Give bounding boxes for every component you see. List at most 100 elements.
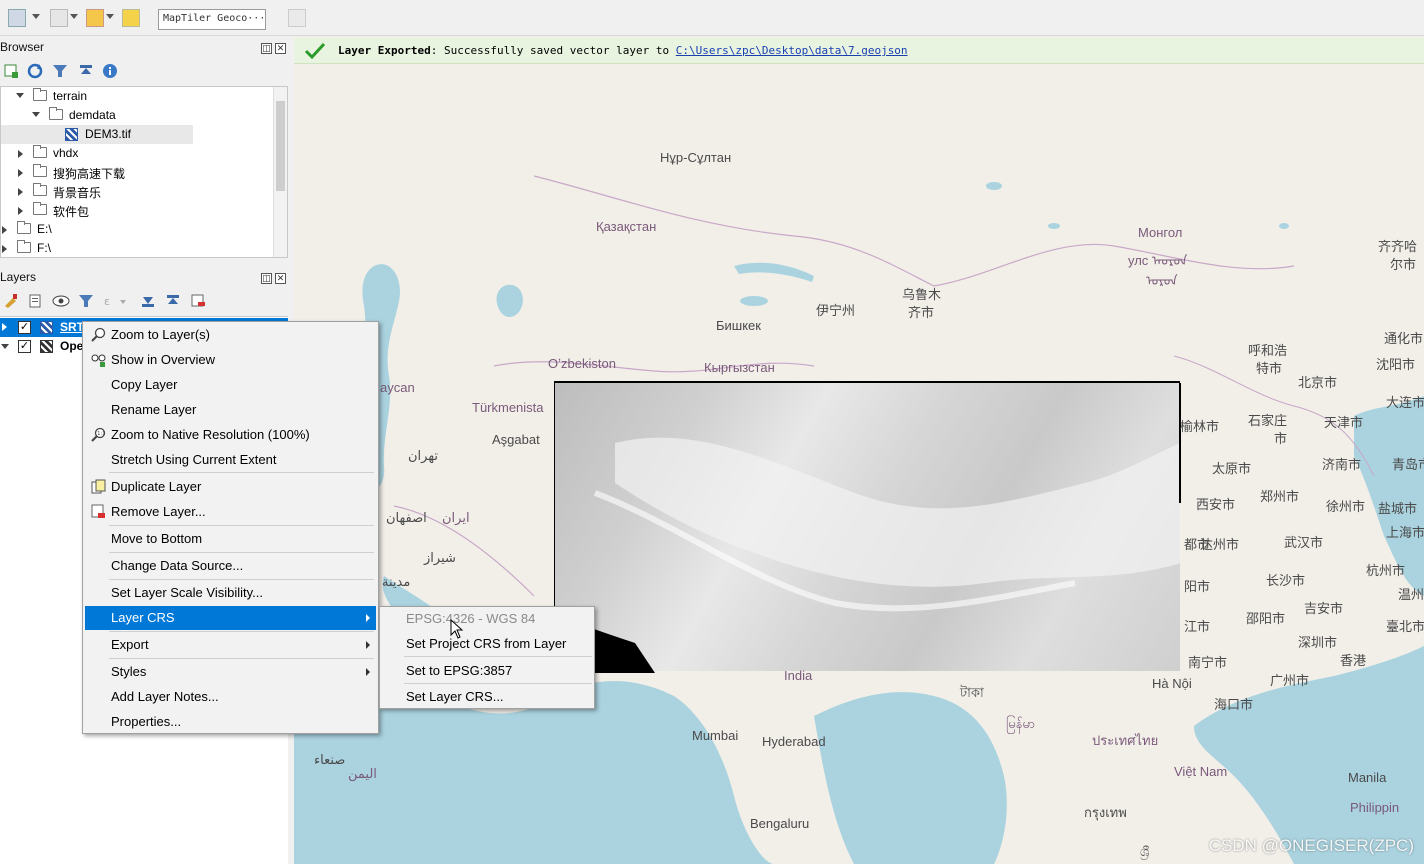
- menu-show-in-overview[interactable]: Show in Overview: [85, 348, 376, 372]
- tree-item-drive-e[interactable]: E:\: [1, 220, 273, 239]
- menu-separator: [109, 472, 374, 473]
- submenu-item-label: Set Layer CRS...: [406, 689, 504, 704]
- zoom-layer-icon: [91, 327, 106, 342]
- tree-item-music[interactable]: 背景音乐: [1, 182, 273, 201]
- tree-item-label: 软件包: [53, 205, 90, 219]
- identify-icon[interactable]: [86, 9, 104, 27]
- layer-visibility-checkbox[interactable]: ✓: [18, 340, 31, 353]
- expand-arrow-icon[interactable]: [18, 150, 23, 158]
- tree-item-dem3[interactable]: DEM3.tif: [1, 125, 193, 144]
- expand-arrow-icon[interactable]: [32, 112, 40, 117]
- exported-file-link[interactable]: C:\Users\zpc\Desktop\data\7.geojson: [676, 44, 908, 57]
- select-dropdown-icon[interactable]: [32, 14, 40, 19]
- folder-icon: [33, 183, 47, 196]
- map-label-zhengzhou: 郑州市: [1260, 489, 1300, 504]
- map-label-shijiazhuang: 石家庄: [1248, 413, 1288, 428]
- menu-properties[interactable]: Properties...: [85, 710, 376, 734]
- expand-arrow-icon[interactable]: [2, 245, 7, 253]
- tree-item-vhdx[interactable]: vhdx: [1, 144, 273, 163]
- layers-panel-header: Layers ◫ ✕: [0, 268, 290, 286]
- menu-copy-layer[interactable]: Copy Layer: [85, 373, 376, 397]
- tree-item-drive-f[interactable]: F:\: [1, 239, 273, 257]
- deselect-dropdown-icon[interactable]: [70, 14, 78, 19]
- menu-add-layer-notes[interactable]: Add Layer Notes...: [85, 685, 376, 709]
- menu-item-label: Change Data Source...: [111, 558, 244, 573]
- menu-stretch-extent[interactable]: Stretch Using Current Extent: [85, 448, 376, 472]
- map-canvas[interactable]: Нұр-Сұлтан Қазақстан Монгол улс ᠠᠤᠷᠤᠨ ᠤᠷ…: [294, 36, 1424, 864]
- close-panel-icon[interactable]: ✕: [275, 273, 286, 284]
- map-label-qiqihar: 齐齐哈: [1378, 239, 1418, 254]
- pan-selected-icon[interactable]: [288, 9, 306, 27]
- layer-visibility-checkbox[interactable]: ✓: [18, 321, 31, 334]
- dem-raster-layer: [554, 381, 1181, 673]
- scrollbar-thumb[interactable]: [276, 101, 285, 191]
- browser-panel-header: Browser ◫ ✕: [0, 38, 290, 56]
- message-bar: Layer Exported: Successfully saved vecto…: [294, 38, 1424, 64]
- map-label-guangzhou: 广州市: [1270, 673, 1310, 688]
- message-title: Layer Exported: [338, 44, 431, 57]
- expand-all-icon[interactable]: [140, 293, 156, 309]
- collapse-all-layers-icon[interactable]: [165, 293, 181, 309]
- map-label-india: India: [784, 668, 813, 683]
- float-panel-icon[interactable]: ◫: [261, 273, 272, 284]
- submenu-set-epsg-3857[interactable]: Set to EPSG:3857: [382, 659, 592, 683]
- refresh-icon[interactable]: [27, 63, 43, 79]
- remove-layer-icon[interactable]: [190, 293, 206, 309]
- map-label-shijiazhuang-2: 市: [1274, 431, 1288, 446]
- identify-dropdown-icon[interactable]: [106, 14, 114, 19]
- map-label-vietnam: Việt Nam: [1174, 764, 1228, 779]
- folder-icon: [33, 164, 47, 177]
- tree-item-software[interactable]: 软件包: [1, 201, 273, 220]
- filter-icon[interactable]: [52, 63, 68, 79]
- measure-icon[interactable]: [122, 9, 140, 27]
- map-label-mumbai: Mumbai: [692, 728, 739, 743]
- menu-item-label: Zoom to Layer(s): [111, 327, 210, 342]
- message-body: : Successfully saved vector layer to: [430, 44, 676, 57]
- expand-arrow-icon[interactable]: [18, 169, 23, 177]
- browser-panel-title: Browser: [0, 40, 45, 54]
- visibility-icon[interactable]: [52, 293, 70, 309]
- menu-zoom-to-layer[interactable]: Zoom to Layer(s): [85, 323, 376, 347]
- menu-scale-visibility[interactable]: Set Layer Scale Visibility...: [85, 581, 376, 605]
- expand-arrow-icon[interactable]: [18, 188, 23, 196]
- tree-item-demdata[interactable]: demdata: [1, 106, 273, 125]
- select-features-icon[interactable]: [8, 9, 26, 27]
- expand-arrow-icon[interactable]: [2, 226, 7, 234]
- expand-arrow-icon[interactable]: [1, 344, 9, 349]
- menu-change-data-source[interactable]: Change Data Source...: [85, 554, 376, 578]
- menu-item-label: Stretch Using Current Extent: [111, 452, 277, 467]
- menu-remove-layer[interactable]: Remove Layer...: [85, 500, 376, 524]
- expand-arrow-icon[interactable]: [18, 207, 23, 215]
- menu-move-to-bottom[interactable]: Move to Bottom: [85, 527, 376, 551]
- map-label-hohhot: 呼和浩: [1248, 343, 1288, 358]
- message-text: Layer Exported: Successfully saved vecto…: [338, 44, 908, 57]
- float-panel-icon[interactable]: ◫: [261, 43, 272, 54]
- menu-export[interactable]: Export: [85, 633, 376, 657]
- menu-styles[interactable]: Styles: [85, 660, 376, 684]
- filter-legend-icon[interactable]: [78, 293, 94, 309]
- add-layer-icon[interactable]: [3, 63, 19, 79]
- menu-zoom-native[interactable]: 1:1 Zoom to Native Resolution (100%): [85, 423, 376, 447]
- expand-arrow-icon[interactable]: [2, 323, 7, 331]
- menu-layer-crs[interactable]: Layer CRS: [85, 606, 376, 630]
- geocoder-search-input[interactable]: MapTiler Geoco···: [158, 9, 266, 30]
- menu-item-label: Remove Layer...: [111, 504, 206, 519]
- add-group-icon[interactable]: [27, 293, 43, 309]
- submenu-set-project-crs[interactable]: Set Project CRS from Layer: [382, 632, 592, 656]
- collapse-all-icon[interactable]: [78, 63, 94, 79]
- info-icon[interactable]: [102, 63, 118, 79]
- tree-item-sogou[interactable]: 搜狗高速下载: [1, 163, 273, 182]
- deselect-icon[interactable]: [50, 9, 68, 27]
- expand-arrow-icon[interactable]: [16, 93, 24, 98]
- submenu-set-layer-crs[interactable]: Set Layer CRS...: [382, 685, 592, 709]
- browser-scrollbar[interactable]: [273, 87, 287, 257]
- map-label-jian: 吉安市: [1304, 601, 1344, 616]
- watermark: CSDN @ONEGISER(ZPC): [1208, 836, 1414, 855]
- menu-duplicate-layer[interactable]: Duplicate Layer: [85, 475, 376, 499]
- main-toolbar: MapTiler Geoco···: [0, 0, 1424, 36]
- style-layer-icon[interactable]: [3, 293, 19, 309]
- menu-separator: [404, 656, 592, 657]
- menu-rename-layer[interactable]: Rename Layer: [85, 398, 376, 422]
- close-panel-icon[interactable]: ✕: [275, 43, 286, 54]
- tree-item-terrain[interactable]: terrain: [1, 87, 273, 106]
